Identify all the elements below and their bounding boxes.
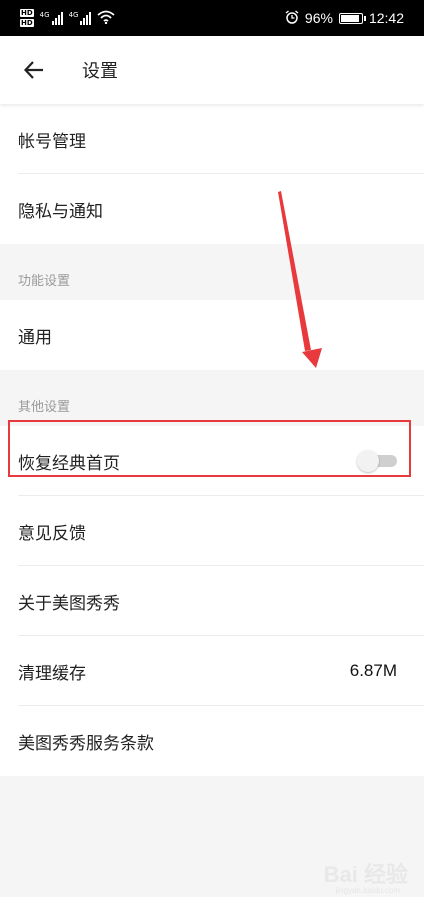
other-section-header: 其他设置 (0, 370, 424, 426)
status-left: HD HD 4G 4G (20, 0, 116, 36)
account-group: 帐号管理 隐私与通知 (0, 104, 424, 244)
general-label: 通用 (18, 327, 52, 348)
terms-item[interactable]: 美图秀秀服务条款 (0, 706, 424, 776)
watermark-url: jingyan.baidu.com (335, 886, 400, 895)
battery-fill (340, 14, 360, 22)
other-group: 恢复经典首页 意见反馈 关于美图秀秀 清理缓存 6.87M 美图秀秀服务条款 (0, 426, 424, 776)
hd-badge-2: HD (20, 19, 34, 27)
restore-classic-home-label: 恢复经典首页 (18, 453, 120, 474)
watermark-logo: Bai 经验 (324, 857, 408, 889)
hd-badge-1: HD (20, 9, 34, 17)
battery-percent: 96% (304, 10, 333, 26)
battery-icon (338, 12, 366, 24)
account-management-item[interactable]: 帐号管理 (0, 104, 424, 174)
network-type-1: 4G (39, 11, 50, 19)
wifi-icon (97, 9, 116, 28)
status-bar: HD HD 4G 4G 96% 12:42 (0, 0, 424, 36)
back-button[interactable] (20, 56, 48, 84)
watermark-text: Bai 经验 (323, 862, 408, 887)
signal-icon-2: 4G (69, 11, 92, 25)
sim-badges: HD HD (20, 9, 34, 27)
function-group: 通用 (0, 300, 424, 370)
signal-icon-1: 4G (40, 11, 63, 25)
terms-label: 美图秀秀服务条款 (18, 733, 154, 754)
clock: 12:42 (368, 10, 404, 26)
restore-classic-home-toggle[interactable] (357, 450, 397, 472)
toggle-knob (357, 450, 379, 472)
function-section-header: 功能设置 (0, 244, 424, 300)
general-item[interactable]: 通用 (0, 300, 424, 370)
network-type-2: 4G (68, 11, 79, 19)
privacy-notification-item[interactable]: 隐私与通知 (0, 174, 424, 244)
status-right: 96% 12:42 (285, 9, 404, 27)
clear-cache-label: 清理缓存 (18, 663, 86, 684)
feedback-label: 意见反馈 (18, 523, 86, 544)
restore-classic-home-item: 恢复经典首页 (0, 426, 424, 496)
about-item[interactable]: 关于美图秀秀 (0, 566, 424, 636)
privacy-notification-label: 隐私与通知 (18, 201, 103, 222)
feedback-item[interactable]: 意见反馈 (0, 496, 424, 566)
app-header: 设置 (0, 36, 424, 104)
about-label: 关于美图秀秀 (18, 593, 120, 614)
page-title: 设置 (82, 61, 118, 82)
cache-size-value: 6.87M (349, 661, 397, 680)
alarm-icon (285, 9, 299, 27)
arrow-left-icon (23, 61, 43, 79)
account-management-label: 帐号管理 (18, 131, 86, 152)
clear-cache-item[interactable]: 清理缓存 6.87M (0, 636, 424, 706)
settings-content: 帐号管理 隐私与通知 功能设置 通用 其他设置 恢复经典首页 意见反馈 关于美图… (0, 104, 424, 776)
